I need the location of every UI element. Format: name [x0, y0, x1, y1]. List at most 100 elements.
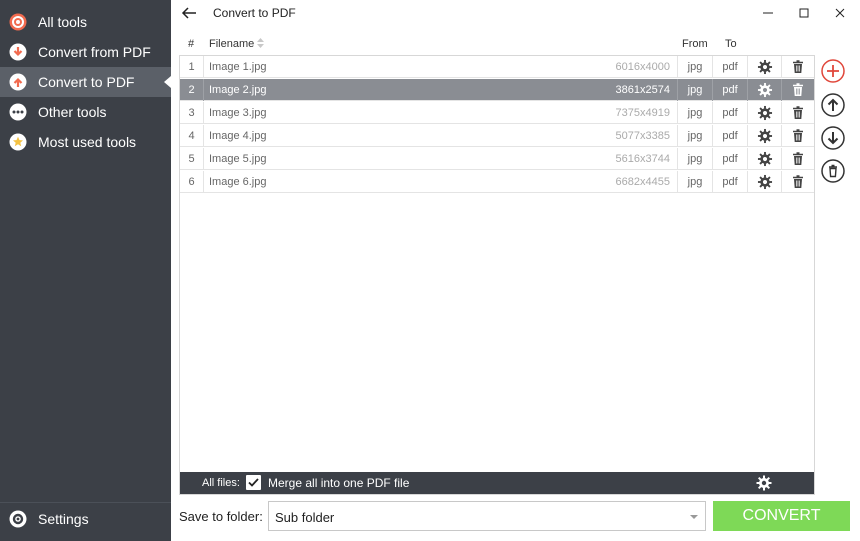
row-from-format: jpg	[677, 56, 713, 78]
target-icon	[9, 13, 27, 31]
sidebar-item-label: Most used tools	[38, 134, 137, 150]
folder-select[interactable]: Sub folder	[268, 501, 706, 531]
table-header: # Filename From To	[179, 33, 815, 53]
sidebar-item-convert-to-pdf[interactable]: Convert to PDF	[0, 67, 171, 97]
trash-icon	[793, 83, 803, 96]
row-delete-button[interactable]	[782, 56, 814, 78]
move-up-icon[interactable]	[821, 93, 845, 117]
ellipsis-circle-icon	[9, 103, 27, 121]
row-to-format[interactable]: pdf	[713, 56, 748, 78]
row-number: 4	[180, 125, 204, 147]
merge-label: Merge all into one PDF file	[268, 476, 410, 490]
gear-icon	[757, 151, 772, 167]
row-filename: Image 4.jpg	[209, 130, 267, 142]
arrow-up-circle-icon	[9, 73, 27, 91]
trash-icon	[793, 106, 803, 119]
sort-icon[interactable]	[257, 38, 264, 48]
row-settings-button[interactable]	[748, 79, 782, 101]
row-to-format[interactable]: pdf	[713, 102, 748, 124]
row-to-format[interactable]: pdf	[713, 79, 748, 101]
row-delete-button[interactable]	[782, 171, 814, 193]
row-delete-button[interactable]	[782, 148, 814, 170]
row-number: 5	[180, 148, 204, 170]
row-filename: Image 3.jpg	[209, 107, 267, 119]
divider	[0, 502, 171, 503]
row-to-format[interactable]: pdf	[713, 125, 748, 147]
row-filename: Image 2.jpg	[209, 84, 267, 96]
row-delete-button[interactable]	[782, 79, 814, 101]
gear-icon	[757, 82, 772, 98]
row-filename: Image 6.jpg	[209, 176, 267, 188]
sidebar-item-label: Settings	[38, 511, 89, 527]
sidebar-item-label: Convert from PDF	[38, 44, 151, 60]
table-row[interactable]: 3 Image 3.jpg 7375x4919 jpg pdf	[180, 102, 814, 124]
row-from-format: jpg	[677, 125, 713, 147]
maximize-icon[interactable]	[793, 4, 815, 22]
row-settings-button[interactable]	[748, 171, 782, 193]
move-down-icon[interactable]	[821, 126, 845, 150]
star-circle-icon	[9, 133, 27, 151]
chevron-down-icon	[690, 515, 698, 519]
gear-icon	[757, 128, 772, 144]
window-title: Convert to PDF	[213, 6, 296, 20]
gear-icon	[9, 510, 27, 528]
column-header-number: #	[188, 38, 195, 50]
trash-icon	[793, 152, 803, 165]
table-row[interactable]: 5 Image 5.jpg 5616x3744 jpg pdf	[180, 148, 814, 170]
sidebar-item-most-used-tools[interactable]: Most used tools	[0, 127, 171, 157]
row-dimensions: 5077x3385	[615, 130, 670, 142]
column-header-filename[interactable]: Filename	[209, 38, 254, 50]
gear-icon	[757, 59, 772, 75]
close-icon[interactable]	[829, 4, 851, 22]
sidebar-item-settings[interactable]: Settings	[0, 504, 171, 534]
arrow-down-circle-icon	[9, 43, 27, 61]
sidebar: All tools Convert from PDF Convert to PD…	[0, 0, 171, 541]
table-row[interactable]: 1 Image 1.jpg 6016x4000 jpg pdf	[180, 56, 814, 78]
convert-button[interactable]: CONVERT	[713, 501, 850, 531]
gear-icon[interactable]	[756, 475, 772, 491]
row-settings-button[interactable]	[748, 148, 782, 170]
trash-icon	[793, 129, 803, 142]
sidebar-item-label: Convert to PDF	[38, 74, 135, 90]
minimize-icon[interactable]	[757, 4, 779, 22]
row-dimensions: 5616x3744	[615, 153, 670, 165]
file-table: 1 Image 1.jpg 6016x4000 jpg pdf 2 Image 2.jpg 3…	[179, 55, 815, 495]
all-files-bar: All files: Merge all into one PDF file	[180, 472, 814, 494]
row-dimensions: 7375x4919	[615, 107, 670, 119]
active-indicator	[164, 76, 171, 88]
column-header-from: From	[682, 38, 708, 50]
row-settings-button[interactable]	[748, 102, 782, 124]
row-from-format: jpg	[677, 171, 713, 193]
sidebar-item-label: Other tools	[38, 104, 107, 120]
row-to-format[interactable]: pdf	[713, 171, 748, 193]
row-delete-button[interactable]	[782, 102, 814, 124]
save-to-folder-label: Save to folder:	[179, 509, 263, 524]
row-dimensions: 6682x4455	[615, 176, 670, 188]
row-number: 2	[180, 79, 204, 101]
row-delete-button[interactable]	[782, 125, 814, 147]
sidebar-item-other-tools[interactable]: Other tools	[0, 97, 171, 127]
table-row[interactable]: 6 Image 6.jpg 6682x4455 jpg pdf	[180, 171, 814, 193]
table-row[interactable]: 4 Image 4.jpg 5077x3385 jpg pdf	[180, 125, 814, 147]
trash-icon	[793, 60, 803, 73]
row-from-format: jpg	[677, 79, 713, 101]
row-from-format: jpg	[677, 148, 713, 170]
sidebar-item-all-tools[interactable]: All tools	[0, 7, 171, 37]
row-settings-button[interactable]	[748, 56, 782, 78]
gear-icon	[757, 105, 772, 121]
row-number: 6	[180, 171, 204, 193]
merge-checkbox[interactable]	[246, 475, 261, 490]
add-file-icon[interactable]	[821, 59, 845, 83]
table-row[interactable]: 2 Image 2.jpg 3861x2574 jpg pdf	[180, 79, 814, 101]
row-number: 1	[180, 56, 204, 78]
gear-icon	[757, 174, 772, 190]
row-settings-button[interactable]	[748, 125, 782, 147]
delete-all-icon[interactable]	[821, 159, 845, 183]
row-dimensions: 6016x4000	[615, 61, 670, 73]
row-filename: Image 1.jpg	[209, 61, 267, 73]
column-header-to: To	[725, 38, 737, 50]
folder-select-value: Sub folder	[275, 510, 335, 525]
sidebar-item-convert-from-pdf[interactable]: Convert from PDF	[0, 37, 171, 67]
back-arrow-icon[interactable]	[179, 4, 199, 22]
row-to-format[interactable]: pdf	[713, 148, 748, 170]
